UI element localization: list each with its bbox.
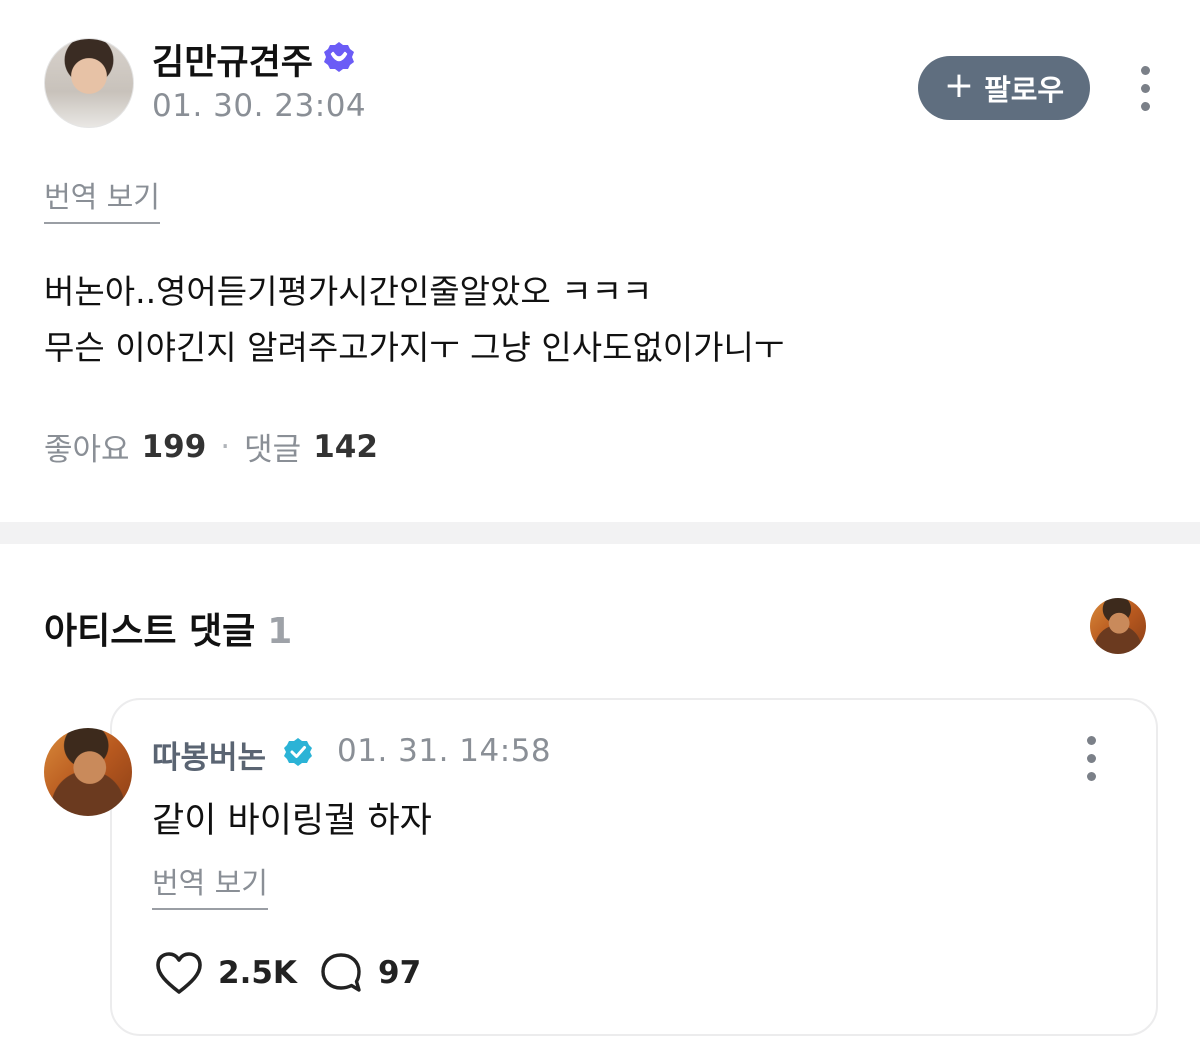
post-stats: 좋아요 199 · 댓글 142 <box>44 424 378 469</box>
post-body-line: 버논아..영어듣기평가시간인줄알았오 ㅋㅋㅋ <box>44 272 653 311</box>
author-name[interactable]: 김만규견주 <box>152 34 313 85</box>
artist-comments-count: 1 <box>267 611 293 652</box>
likes-label: 좋아요 <box>44 432 130 468</box>
likes-count: 199 <box>141 428 207 465</box>
plus-icon: + <box>943 65 975 106</box>
post-body: 버논아..영어듣기평가시간인줄알았오 ㅋㅋㅋ 무슨 이야긴지 알려주고가지ㅜ 그… <box>44 264 1164 376</box>
comment-author-avatar[interactable] <box>44 728 132 816</box>
comment-like-button[interactable]: 2.5K <box>154 950 297 996</box>
verified-badge-icon <box>324 42 354 72</box>
author-avatar[interactable] <box>44 38 134 128</box>
artist-comments-heading: 아티스트 댓글 1 <box>44 602 292 654</box>
comment-like-count: 2.5K <box>218 955 297 991</box>
post-more-menu-icon[interactable] <box>1135 66 1155 111</box>
artist-avatar-small[interactable] <box>1090 598 1146 654</box>
comments-count: 142 <box>313 428 378 465</box>
comment-translate-link[interactable]: 번역 보기 <box>152 860 268 910</box>
follow-button[interactable]: + 팔로우 <box>918 56 1090 120</box>
follow-label: 팔로우 <box>984 73 1065 107</box>
stats-separator: · <box>220 428 231 465</box>
comment-reply-button[interactable]: 97 <box>318 950 421 996</box>
heart-icon <box>156 952 202 994</box>
comments-label: 댓글 <box>244 432 302 468</box>
artist-comments-title: 아티스트 댓글 <box>44 611 256 652</box>
post-timestamp: 01. 30. 23:04 <box>152 88 367 124</box>
post-translate-link[interactable]: 번역 보기 <box>44 174 160 224</box>
comment-text: 같이 바이링궐 하자 <box>152 801 432 841</box>
comment-more-menu-icon[interactable] <box>1081 736 1101 781</box>
comment-timestamp: 01. 31. 14:58 <box>337 733 552 769</box>
artist-badge-icon <box>284 738 312 766</box>
comment-reply-count: 97 <box>378 955 422 991</box>
speech-bubble-icon <box>321 953 361 992</box>
post-body-line: 무슨 이야긴지 알려주고가지ㅜ 그냥 인사도없이가니ㅜ <box>44 328 785 367</box>
section-divider <box>0 522 1200 544</box>
comment-author-name[interactable]: 따봉버논 <box>152 732 266 777</box>
